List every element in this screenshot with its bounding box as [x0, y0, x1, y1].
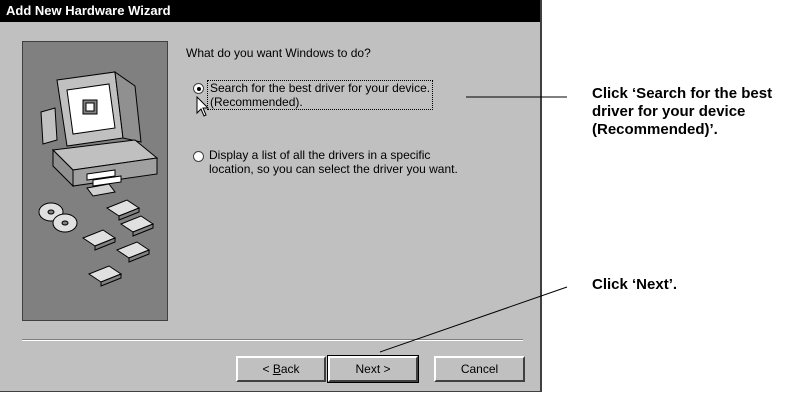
callout-search-line1: Click ‘Search for the best: [592, 85, 773, 102]
callout-line-next: [379, 286, 568, 353]
callout-next-instruction: Click ‘Next’.: [592, 276, 678, 293]
callout-search-instruction: Click ‘Search for the best driver for yo…: [592, 85, 772, 139]
callout-search-line2: driver for your device: [592, 103, 746, 120]
callout-search-line3: (Recommended)’.: [592, 121, 718, 138]
callout-leader-lines: [379, 96, 568, 353]
